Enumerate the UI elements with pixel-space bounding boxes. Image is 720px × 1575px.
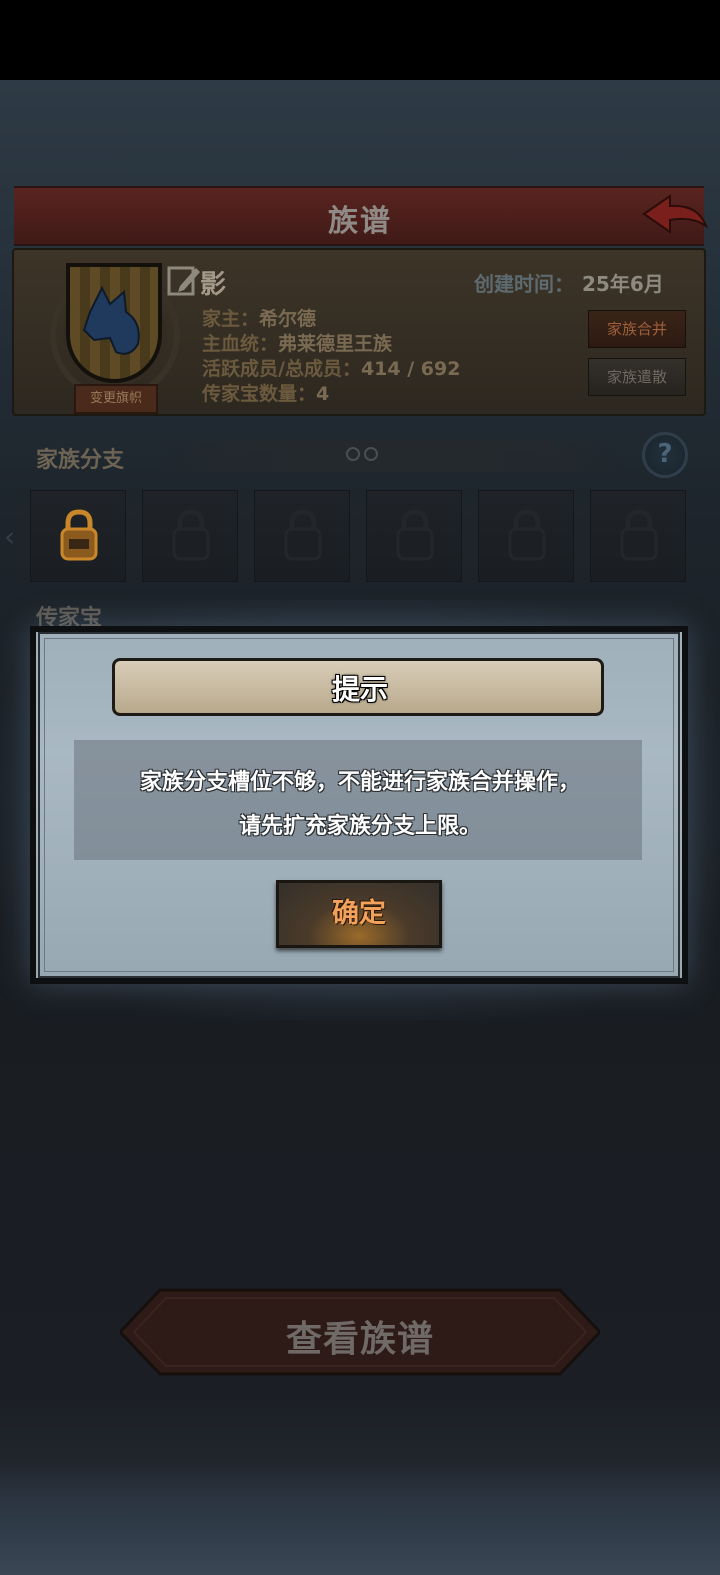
page-title: 族谱 (328, 204, 392, 239)
leader-line: 家主：希尔德 (202, 304, 316, 331)
status-bar-area (0, 0, 720, 80)
dialog-title: 提示 (331, 673, 388, 706)
bottom-band (0, 1460, 720, 1575)
ok-button[interactable]: 确定 (276, 880, 442, 948)
branch-header-strip (150, 440, 630, 472)
page-dot (346, 447, 360, 461)
lock-icon (284, 509, 322, 561)
branch-slot[interactable] (30, 490, 126, 582)
disband-clan-button[interactable]: 家族遣散 (588, 358, 686, 396)
edit-name-icon[interactable] (166, 262, 202, 298)
help-button[interactable]: ? (642, 432, 688, 478)
lock-icon (172, 509, 210, 561)
branch-section-title: 家族分支 (36, 448, 125, 473)
branch-slot[interactable] (254, 490, 350, 582)
branch-slot[interactable] (590, 490, 686, 582)
created-value: 25年6月 (582, 272, 664, 296)
change-banner-button[interactable]: 变更旗帜 (74, 384, 158, 414)
lock-icon (620, 509, 658, 561)
created-label: 创建时间： (474, 272, 574, 296)
dialog-message-line-1: 家族分支槽位不够，不能进行家族合并操作， (139, 770, 580, 795)
bloodline-value: 弗莱德里王族 (278, 333, 393, 355)
dialog-message-line-2: 请先扩充家族分支上限。 (238, 814, 481, 839)
branch-slot[interactable] (366, 490, 462, 582)
chevron-left-icon[interactable]: ‹ (4, 520, 15, 553)
heirloom-count-label: 传家宝数量： (202, 383, 317, 405)
members-label: 活跃成员/总成员： (202, 358, 361, 380)
merge-clan-button[interactable]: 家族合并 (588, 310, 686, 348)
bloodline-line: 主血统：弗莱德里王族 (202, 329, 392, 356)
back-arrow-icon[interactable] (640, 190, 710, 242)
view-family-tree-label: 查看族谱 (285, 1319, 434, 1360)
heirloom-count-line: 传家宝数量：4 (202, 379, 329, 406)
clan-name: 影 (200, 270, 227, 300)
page-dot (364, 447, 378, 461)
branch-slots (30, 490, 690, 582)
page-indicator (346, 446, 386, 462)
lock-gold-icon (60, 509, 98, 561)
leader-label: 家主： (202, 308, 260, 330)
heirloom-count-value: 4 (316, 383, 330, 405)
branch-slot[interactable] (142, 490, 238, 582)
members-value: 414 / 692 (360, 358, 461, 380)
created-time: 创建时间： 25年6月 (474, 268, 664, 297)
bloodline-label: 主血统： (202, 333, 279, 355)
leader-value: 希尔德 (259, 308, 317, 330)
lock-icon (508, 509, 546, 561)
wolf-crest-icon (82, 285, 140, 355)
branch-slot[interactable] (478, 490, 574, 582)
lock-icon (396, 509, 434, 561)
members-line: 活跃成员/总成员：414 / 692 (202, 354, 460, 381)
dialog-message-box (74, 740, 642, 860)
